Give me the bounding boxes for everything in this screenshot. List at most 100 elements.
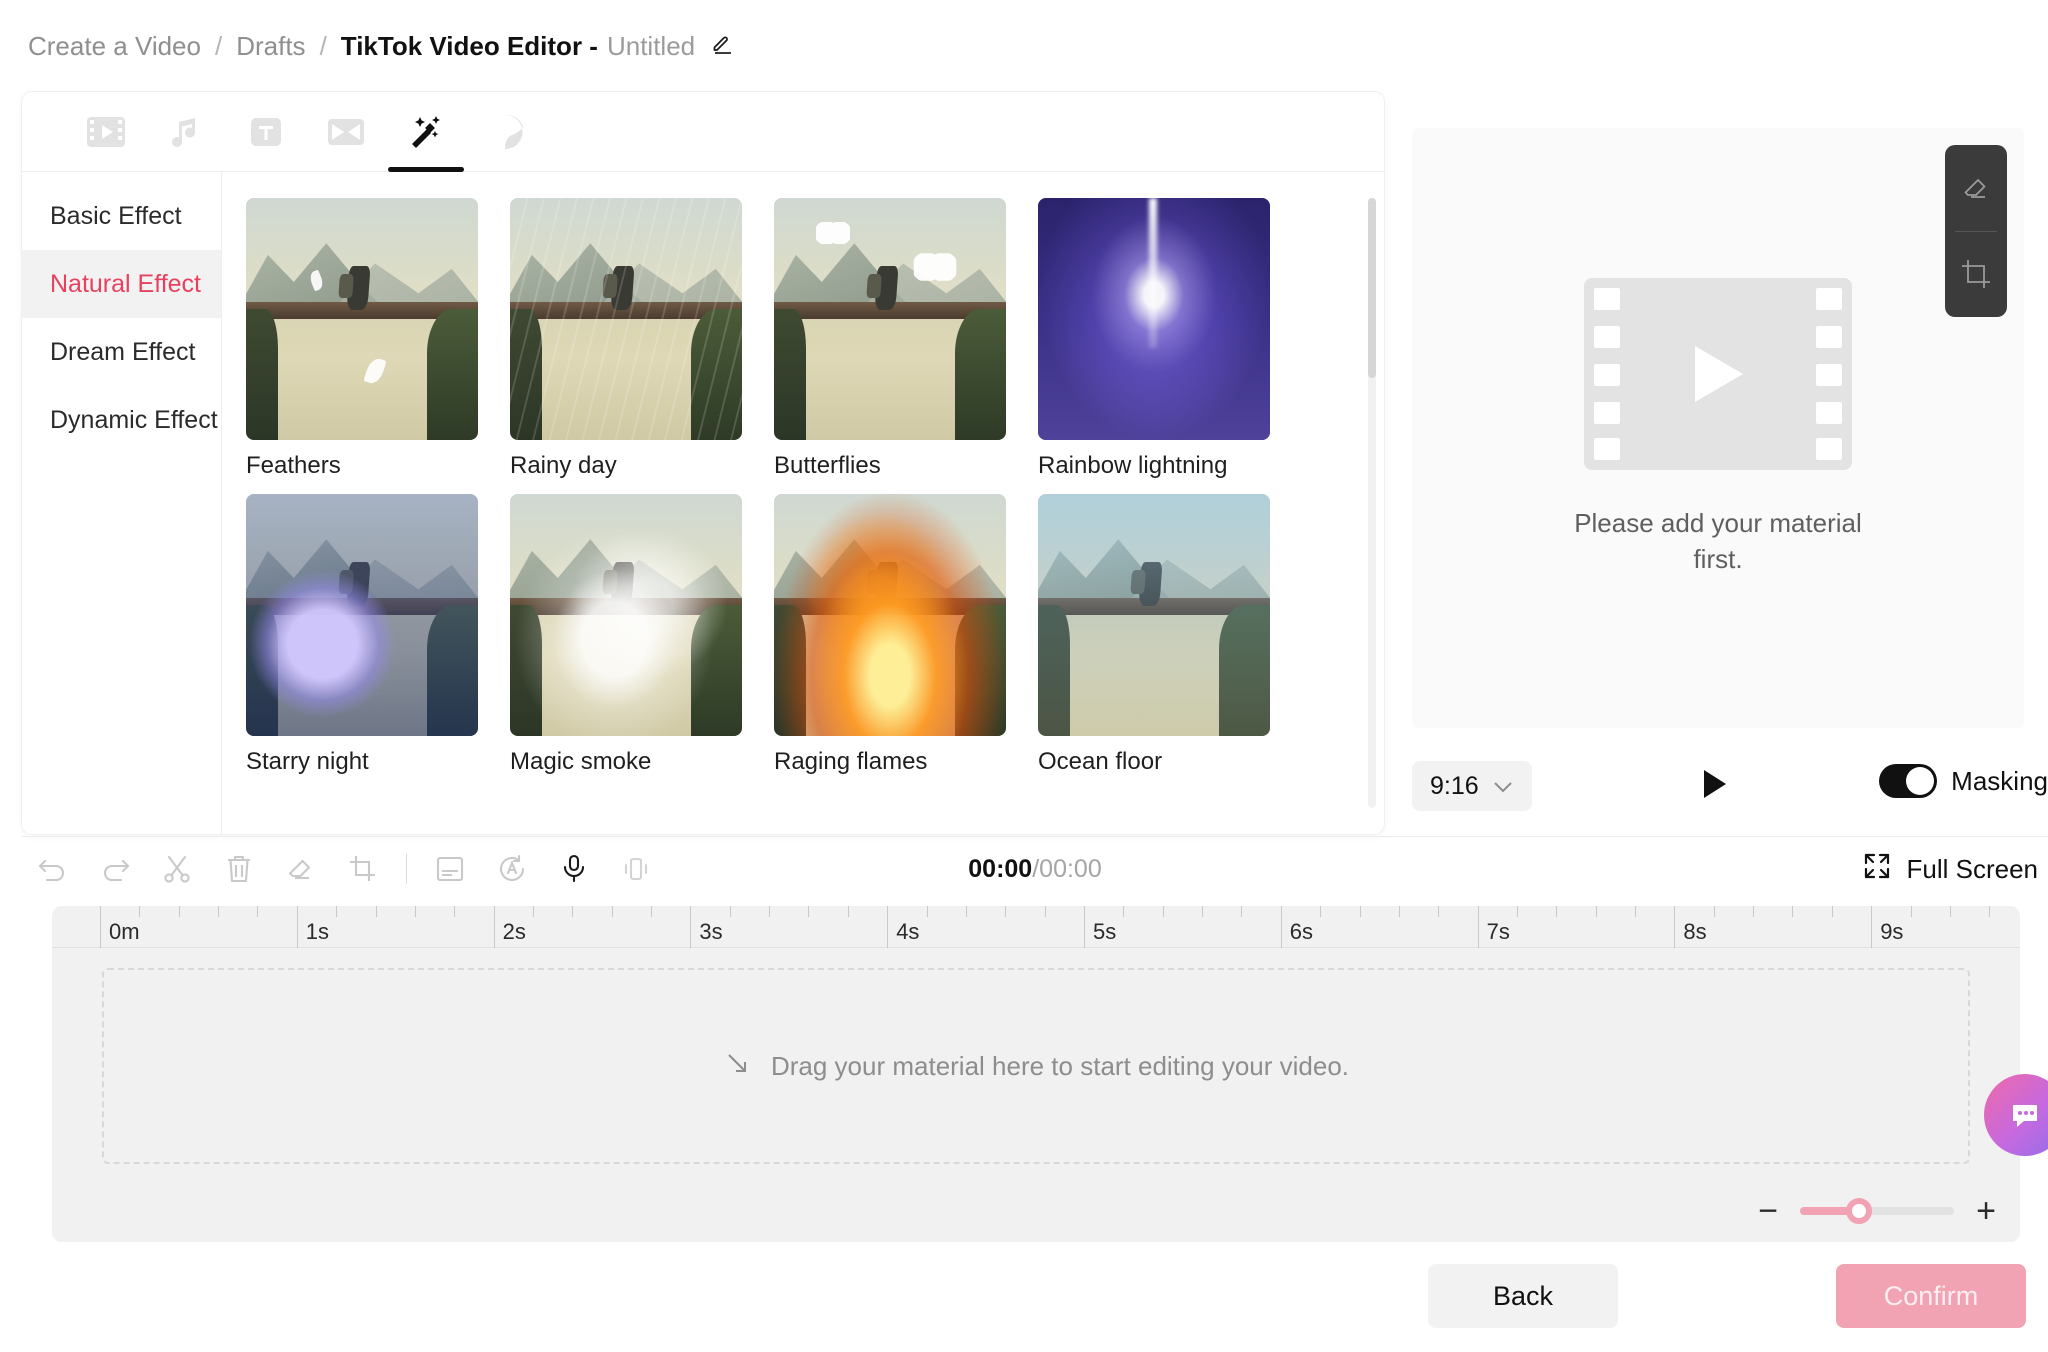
ruler-tick-label: 6s	[1289, 919, 1314, 944]
full-screen-button[interactable]: Full Screen	[1863, 852, 2038, 887]
ruler-tick-label: 4s	[896, 919, 920, 944]
timeline-ruler[interactable]: 0m 1s 2s 3s 4s 5s 6s 7s 8s 9s	[52, 906, 2020, 948]
ruler-tick-label: 1s	[305, 919, 330, 944]
tab-text[interactable]	[228, 92, 304, 172]
video-preview-area: Please add your material first.	[1412, 128, 2024, 728]
eraser-icon[interactable]	[1945, 145, 2007, 231]
effect-thumbnail	[246, 198, 478, 440]
crop-icon[interactable]	[1945, 231, 2007, 317]
effect-thumbnail	[246, 494, 478, 736]
ruler-tick-minor	[847, 906, 849, 917]
ruler-tick-label: 3s	[699, 919, 723, 944]
ruler-tick-minor	[965, 906, 967, 917]
effect-card[interactable]: Magic smoke	[510, 494, 742, 776]
effect-card[interactable]: Feathers	[246, 198, 478, 480]
effect-card[interactable]: Rainy day	[510, 198, 742, 480]
auto-caption-icon[interactable]	[481, 837, 543, 901]
caption-icon[interactable]	[419, 837, 481, 901]
trash-icon[interactable]	[208, 837, 270, 901]
effect-card[interactable]: Raging flames	[774, 494, 1006, 776]
ruler-tick-minor	[1595, 906, 1597, 917]
ruler-tick-minor	[336, 906, 338, 917]
effect-label: Raging flames	[774, 748, 928, 775]
breadcrumb-current: TikTok Video Editor -	[340, 30, 598, 61]
breadcrumb-create-a-video[interactable]: Create a Video	[28, 31, 201, 62]
effect-card[interactable]: Ocean floor	[1038, 494, 1270, 776]
tab-audio[interactable]	[148, 92, 224, 172]
effect-grid-wrapper: Feathers Rainy day Butterflies Rainbow l…	[222, 172, 1384, 834]
ruler-tick-minor	[1635, 906, 1637, 917]
vibrate-icon[interactable]	[605, 837, 667, 901]
effect-grid-scrollbar[interactable]	[1368, 198, 1376, 378]
effect-grid: Feathers Rainy day Butterflies Rainbow l…	[222, 172, 1384, 776]
ruler-tick-minor	[1949, 906, 1951, 917]
page-footer: Back Confirm	[0, 1244, 2048, 1352]
ruler-tick-minor	[769, 906, 771, 917]
category-basic-effect[interactable]: Basic Effect	[22, 182, 221, 250]
tab-transition[interactable]	[308, 92, 384, 172]
undo-icon[interactable]	[22, 837, 84, 901]
eraser-icon[interactable]	[270, 837, 332, 901]
category-natural-effect[interactable]: Natural Effect	[22, 250, 221, 318]
category-dream-effect[interactable]: Dream Effect	[22, 318, 221, 386]
ruler-tick-label: 2s	[502, 919, 526, 944]
tab-sticker[interactable]	[468, 92, 544, 172]
effect-card[interactable]: Rainbow lightning	[1038, 198, 1270, 480]
document-title: Untitled	[606, 30, 696, 61]
ruler-tick-minor	[1753, 906, 1755, 917]
editor-tabstrip	[22, 92, 1384, 172]
aspect-ratio-select[interactable]: 9:16	[1412, 761, 1532, 811]
back-button[interactable]: Back	[1428, 1264, 1618, 1328]
ruler-tick-minor	[1320, 906, 1322, 917]
tab-effects[interactable]	[388, 92, 464, 172]
breadcrumb-drafts[interactable]: Drafts	[236, 31, 305, 62]
ruler-tick-minor	[218, 906, 220, 917]
pencil-icon[interactable]	[711, 34, 735, 58]
total-time: /00:00	[1032, 854, 1102, 883]
dock-divider	[1955, 231, 1997, 232]
aspect-ratio-value: 9:16	[1430, 771, 1479, 800]
ruler-tick-minor	[1713, 906, 1715, 917]
redo-icon[interactable]	[84, 837, 146, 901]
ruler-tick-minor	[1910, 906, 1912, 917]
crop-icon[interactable]	[332, 837, 394, 901]
effect-label: Rainbow lightning	[1038, 452, 1228, 479]
zoom-out-button[interactable]: −	[1758, 1194, 1778, 1228]
zoom-slider-handle[interactable]	[1845, 1198, 1872, 1224]
zoom-in-button[interactable]: +	[1976, 1194, 1996, 1228]
timeline-time-display: 00:00/00:00	[968, 855, 1101, 884]
preview-placeholder-text: Please add your material first.	[1574, 508, 1862, 574]
ruler-tick-minor	[1359, 906, 1361, 917]
ruler-tick-minor	[1792, 906, 1794, 917]
ruler-tick-label: 5s	[1093, 919, 1117, 944]
masking-switch[interactable]	[1879, 764, 1938, 798]
ruler-tick-minor	[139, 906, 141, 917]
toolbar-separator	[406, 854, 407, 884]
current-time: 00:00	[968, 854, 1033, 883]
effect-thumbnail	[1038, 494, 1270, 736]
scissors-icon[interactable]	[146, 837, 208, 901]
tab-media[interactable]	[68, 92, 144, 172]
category-label: Dynamic Effect	[50, 405, 218, 434]
effect-card[interactable]: Butterflies	[774, 198, 1006, 480]
ruler-tick-minor	[375, 906, 377, 917]
ruler-tick-minor	[1005, 906, 1007, 917]
category-dynamic-effect[interactable]: Dynamic Effect	[22, 386, 221, 454]
category-label: Basic Effect	[50, 201, 182, 230]
effect-card[interactable]: Starry night	[246, 494, 478, 776]
ruler-tick-minor	[572, 906, 574, 917]
zoom-slider[interactable]	[1800, 1198, 1955, 1224]
ruler-tick-label: 8s	[1683, 919, 1707, 944]
timeline-dropzone[interactable]: Drag your material here to start editing…	[102, 968, 1970, 1164]
ruler-tick-minor	[1162, 906, 1164, 917]
breadcrumb-separator-2: /	[319, 30, 327, 61]
effect-label: Rainy day	[510, 452, 617, 479]
ruler-tick-minor	[1202, 906, 1204, 917]
ruler-tick-minor	[1044, 906, 1046, 917]
play-icon[interactable]	[1700, 768, 1730, 805]
effect-label: Butterflies	[774, 452, 881, 479]
confirm-button[interactable]: Confirm	[1836, 1264, 2026, 1328]
timeline-toolbar: 00:00/00:00 Full Screen	[22, 837, 2048, 901]
microphone-icon[interactable]	[543, 837, 605, 901]
ruler-tick-minor	[178, 906, 180, 917]
